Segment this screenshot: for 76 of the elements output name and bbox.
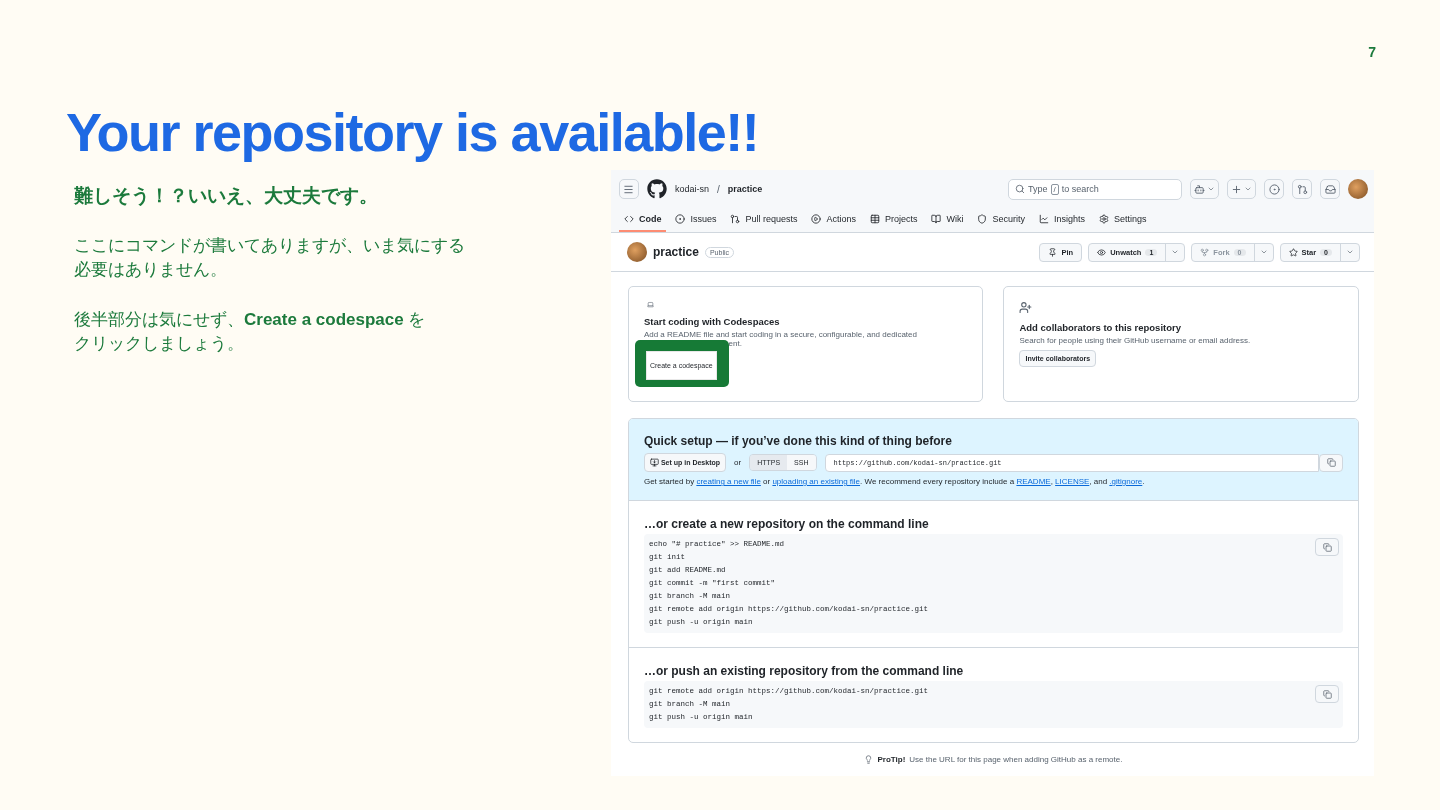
repo-tab[interactable]: Actions	[806, 208, 861, 232]
text-link[interactable]: creating a new file	[696, 477, 761, 486]
repo-tab[interactable]: Insights	[1034, 208, 1091, 232]
card-title: Add collaborators to this repository	[1019, 322, 1182, 333]
circle-dot-icon	[675, 214, 686, 224]
owner-link[interactable]: kodai-sn	[674, 184, 709, 194]
card-description: Add a README file and start coding in a secure, configurable, and dedicated	[643, 330, 918, 339]
repo-tab[interactable]: Pull requests	[725, 208, 803, 232]
setup-hint: Get started by creating a new file or uploading an existing file. We recommend every repository include a README, LICENSE, and .gitignore.	[643, 477, 1146, 486]
pin-icon	[1048, 247, 1058, 257]
note-paragraph: 後半部分は気にせず、Create a codespace を クリックしましょう。	[74, 309, 427, 355]
eye-icon	[1097, 247, 1107, 257]
caret-icon	[1207, 185, 1215, 193]
repo-tab[interactable]: Security	[972, 208, 1030, 232]
card-title: Start coding with Codespaces	[643, 316, 781, 327]
shield-icon	[977, 214, 988, 224]
lightbulb-icon	[864, 755, 874, 764]
card-description: ent.	[728, 339, 742, 348]
repo-link[interactable]: practice	[727, 184, 763, 194]
caret-icon	[1171, 248, 1180, 256]
copy-icon	[1322, 689, 1332, 699]
card-description: Search for people using their GitHub username or email address.	[1019, 336, 1252, 345]
pull-requests-button[interactable]	[1292, 179, 1312, 199]
slide-title: Your repository is available!!	[66, 101, 760, 164]
book-icon	[931, 214, 942, 224]
repo-tab[interactable]: Code	[618, 208, 667, 232]
copy-button[interactable]	[1315, 538, 1339, 556]
star-icon	[1288, 247, 1298, 257]
robot-icon	[1194, 183, 1205, 195]
line-chart-icon	[1039, 214, 1049, 224]
protip-text: Use the URL for this page when adding GitHub as a remote.	[909, 755, 1123, 764]
avatar-icon	[626, 242, 647, 262]
inbox-button[interactable]	[1320, 179, 1340, 199]
caret-icon	[1259, 248, 1268, 256]
page-number: 7	[1368, 44, 1376, 62]
copy-button[interactable]	[1319, 453, 1343, 472]
monitor-icon	[649, 458, 659, 467]
breadcrumb-separator: /	[716, 183, 720, 195]
copy-button[interactable]	[1315, 685, 1339, 703]
pull-request-icon	[730, 214, 741, 224]
play-icon	[811, 214, 822, 224]
quick-setup-title: Quick setup — if you’ve done this kind of thing before	[643, 434, 953, 448]
octocat-logo-icon	[646, 179, 667, 199]
repo-tab[interactable]: Settings	[1094, 208, 1152, 232]
avatar-icon[interactable]	[1348, 179, 1368, 199]
section-title: …or create a new repository on the command line	[643, 517, 930, 531]
caret-icon	[1244, 185, 1252, 193]
copy-icon	[1326, 458, 1336, 467]
fork-icon	[1200, 247, 1210, 257]
menu-icon	[623, 183, 635, 195]
note-paragraph: ここにコマンドが書いてありますが、いま気にする 必要はありません。	[74, 235, 466, 281]
menu-button[interactable]	[618, 179, 639, 199]
plus-icon	[1231, 183, 1242, 195]
note-heading: 難しそう！？いいえ、大丈夫です。	[74, 184, 379, 208]
search-icon	[1015, 184, 1025, 194]
copilot-button[interactable]	[1190, 179, 1219, 199]
settings-icon	[1099, 214, 1110, 224]
protip-label: ProTip!	[877, 755, 906, 764]
copy-icon	[1322, 542, 1332, 552]
search-field[interactable]: Type / to search	[1008, 178, 1182, 200]
text-link[interactable]: README	[1016, 477, 1051, 486]
pull-request-icon	[1296, 183, 1308, 195]
repo-tab[interactable]: Issues	[670, 208, 722, 232]
create-button[interactable]	[1227, 179, 1256, 199]
inbox-icon	[1324, 183, 1336, 195]
repo-tab[interactable]: Wiki	[926, 208, 969, 232]
repo-tab[interactable]: Projects	[864, 208, 923, 232]
or-label: or	[734, 458, 742, 467]
code-icon	[623, 214, 634, 224]
section-title: …or push an existing repository from the command line	[643, 664, 965, 678]
circle-dot-icon	[1268, 183, 1280, 195]
table-icon	[869, 214, 880, 224]
caret-icon	[1346, 248, 1354, 256]
issues-button[interactable]	[1264, 179, 1284, 199]
add-user-icon	[1019, 301, 1033, 314]
repo-name: practice	[652, 245, 699, 259]
